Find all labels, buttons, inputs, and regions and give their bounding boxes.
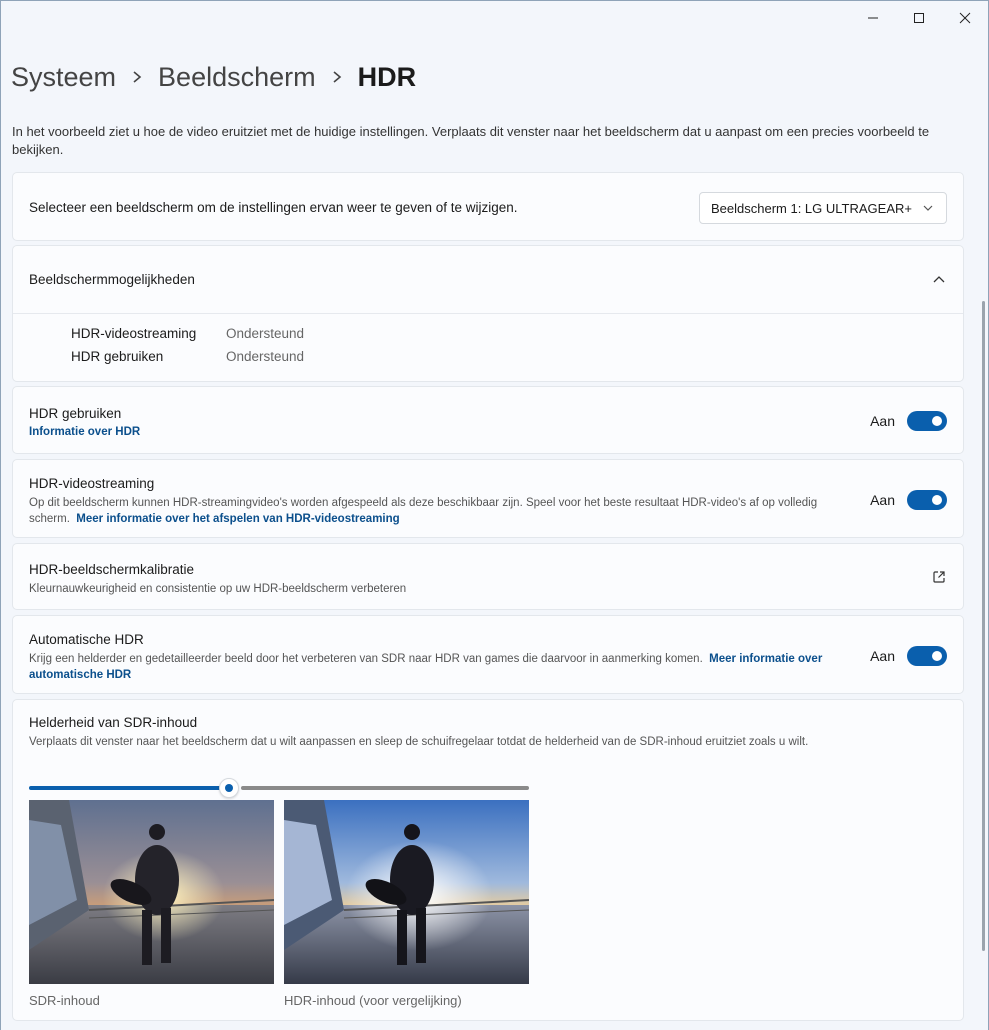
hdr-preview-label: HDR-inhoud (voor vergelijking) [284,993,462,1008]
sdr-preview-image [29,800,274,984]
display-select-value: Beeldscherm 1: LG ULTRAGEAR+ [711,200,912,216]
maximize-button[interactable] [896,1,942,35]
auto-hdr-toggle[interactable] [907,646,947,666]
minimize-button[interactable] [850,1,896,35]
capability-name: HDR gebruiken [71,349,164,364]
hdr-preview-image [284,800,529,984]
sdr-brightness-slider[interactable] [29,778,529,798]
hdr-streaming-title: HDR-videostreaming [29,476,155,491]
display-select-dropdown[interactable]: Beeldscherm 1: LG ULTRAGEAR+ [699,192,947,224]
display-select-card: Selecteer een beeldscherm om de instelli… [12,172,964,241]
slider-thumb[interactable] [219,778,239,798]
breadcrumb-item-beeldscherm[interactable]: Beeldscherm [158,62,316,93]
capability-value: Ondersteund [226,326,305,341]
breadcrumb-item-systeem[interactable]: Systeem [11,62,116,93]
calibration-title: HDR-beeldschermkalibratie [29,562,195,577]
chevron-right-icon [132,70,142,84]
use-hdr-card: HDR gebruiken Informatie over HDR Aan [12,386,964,454]
display-select-label: Selecteer een beeldscherm om de instelli… [29,200,518,215]
use-hdr-title: HDR gebruiken [29,406,122,421]
close-button[interactable] [942,1,988,35]
capabilities-header[interactable]: Beeldschermmogelijkheden [13,246,963,314]
capabilities-title: Beeldschermmogelijkheden [29,272,195,287]
hdr-streaming-state: Aan [870,492,895,508]
calibration-card[interactable]: HDR-beeldschermkalibratie Kleurnauwkeuri… [12,543,964,610]
hdr-streaming-card: HDR-videostreaming Op dit beeldscherm ku… [12,459,964,538]
slider-track [241,786,529,790]
auto-hdr-state: Aan [870,648,895,664]
close-icon [959,12,971,24]
capability-value: Ondersteund [226,349,305,364]
auto-hdr-desc: Krijg een helderder en gedetailleerder b… [29,653,703,665]
use-hdr-toggle[interactable] [907,411,947,431]
sdr-preview-label: SDR-inhoud [29,993,100,1008]
auto-hdr-title: Automatische HDR [29,632,144,647]
chevron-right-icon [332,70,342,84]
breadcrumb: Systeem Beeldscherm HDR [11,59,416,95]
sdr-brightness-card: Helderheid van SDR-inhoud Verplaats dit … [12,699,964,1021]
capability-name: HDR-videostreaming [71,326,197,341]
use-hdr-state: Aan [870,413,895,429]
chevron-up-icon[interactable] [933,275,945,283]
minimize-icon [868,17,878,19]
sdr-brightness-title: Helderheid van SDR-inhoud [29,715,198,730]
hdr-streaming-info-link[interactable]: Meer informatie over het afspelen van HD… [76,513,399,525]
chevron-down-icon [923,205,933,211]
hdr-streaming-toggle[interactable] [907,490,947,510]
auto-hdr-card: Automatische HDR Krijg een helderder en … [12,615,964,694]
use-hdr-info-link[interactable]: Informatie over HDR [29,426,140,438]
external-link-icon [933,571,945,583]
capabilities-card: Beeldschermmogelijkheden HDR-videostream… [12,245,964,382]
maximize-icon [914,13,924,23]
capabilities-list: HDR-videostreaming Ondersteund HDR gebru… [71,326,346,364]
window-controls [850,1,988,35]
sdr-brightness-desc: Verplaats dit venster naar het beeldsche… [29,736,809,748]
intro-text: In het voorbeeld ziet u hoe de video eru… [12,124,930,157]
slider-fill [29,786,221,790]
scrollbar[interactable] [982,301,985,951]
calibration-desc: Kleurnauwkeurigheid en consistentie op u… [29,583,407,595]
page-title: HDR [357,61,417,92]
